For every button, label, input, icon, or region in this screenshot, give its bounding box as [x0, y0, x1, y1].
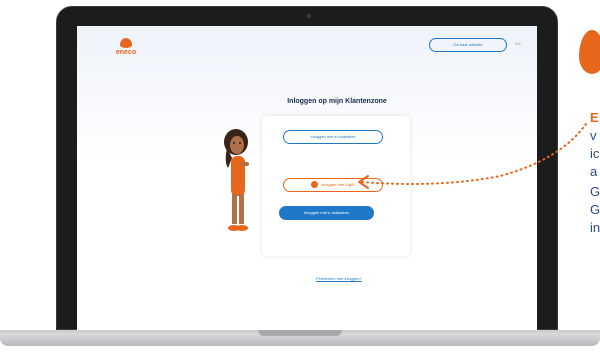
flame-icon	[120, 38, 132, 48]
side-text-line: ic	[590, 146, 600, 161]
login-digid-button[interactable]: Inloggen met DigiD	[283, 178, 383, 192]
login-help-link[interactable]: Problemen met inloggen?	[299, 276, 379, 281]
logo-text: eneco	[115, 49, 137, 56]
laptop-screen: eneco Ga naar website EN Inloggen op mij…	[77, 26, 537, 331]
side-heading: E	[590, 110, 599, 125]
laptop-notch	[258, 330, 342, 336]
language-link[interactable]: EN	[515, 41, 521, 46]
eneco-logo[interactable]: eneco	[113, 38, 139, 60]
login-primary-button[interactable]: Inloggen met e-mailadres	[279, 206, 374, 220]
side-text-line: G	[590, 202, 600, 217]
character-illustration	[224, 129, 249, 231]
page-title: Inloggen op mijn Klantenzone	[287, 98, 387, 105]
side-text-line: in	[590, 220, 600, 235]
login-card: Inloggen met e-mailadres Inloggen met Di…	[262, 116, 410, 256]
login-digid-label: Inloggen met DigiD	[320, 182, 356, 187]
side-text-line: G	[590, 184, 600, 199]
flame-icon	[579, 30, 600, 74]
website-link-button[interactable]: Ga naar website	[429, 38, 507, 52]
side-text-line: a	[590, 164, 598, 179]
digid-icon	[310, 181, 318, 189]
login-email-button[interactable]: Inloggen met e-mailadres	[283, 130, 383, 144]
camera-dot	[307, 14, 311, 18]
side-text-line: v	[590, 128, 597, 143]
